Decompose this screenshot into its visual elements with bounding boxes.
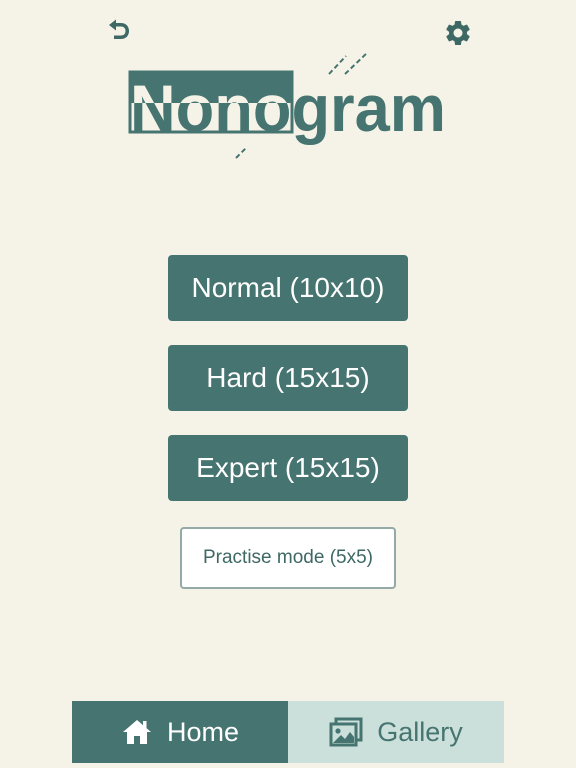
home-icon	[121, 718, 153, 746]
tab-gallery-label: Gallery	[377, 716, 463, 747]
tab-home-label: Home	[166, 716, 240, 747]
practise-mode-label: Practise mode (5x5)	[202, 547, 373, 568]
gallery-icon	[329, 717, 363, 747]
expert-mode-label: Expert (15x15)	[196, 452, 380, 483]
hard-mode-button[interactable]: Hard (15x15)	[168, 345, 408, 411]
hard-mode-label: Hard (15x15)	[206, 362, 370, 393]
normal-mode-button[interactable]: Normal (10x10)	[168, 255, 408, 321]
tab-home[interactable]: Home	[72, 701, 288, 763]
practise-mode-button[interactable]: Practise mode (5x5)	[180, 527, 396, 589]
bottom-nav: Home Gallery	[72, 701, 504, 763]
tab-gallery[interactable]: Gallery	[288, 701, 504, 763]
normal-mode-label: Normal (10x10)	[191, 272, 385, 303]
app-logo: Nonogram Nonogram	[0, 40, 576, 170]
expert-mode-button[interactable]: Expert (15x15)	[168, 435, 408, 501]
